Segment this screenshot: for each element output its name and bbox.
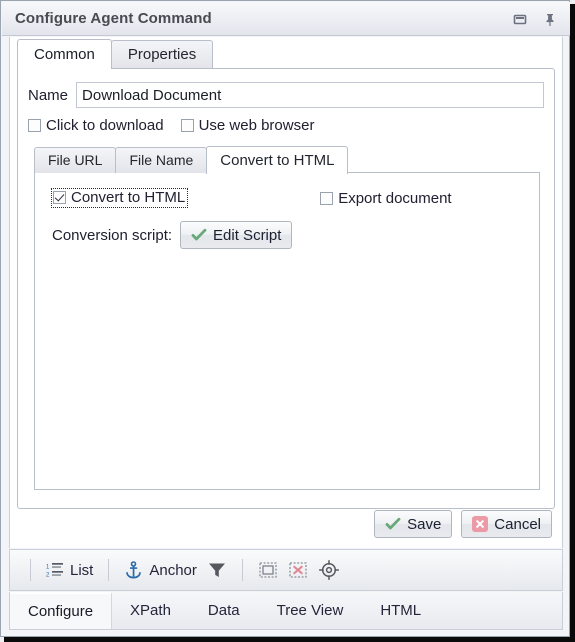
checkbox-convert-to-html[interactable]: Convert to HTML [50, 188, 189, 208]
title-bar-buttons [512, 11, 558, 27]
tab-common-label: Common [34, 46, 95, 63]
target-crosshair-icon [318, 559, 339, 581]
outer-tab-strip: Common Properties [17, 39, 214, 69]
bottom-tab-xpath-label: XPath [130, 602, 171, 619]
cancel-button[interactable]: Cancel [461, 510, 552, 538]
toolbar-button-filter[interactable] [202, 555, 232, 585]
options-checkbox-row: Click to download Use web browser [28, 117, 331, 134]
checkbox-use-web-browser-box[interactable] [180, 119, 194, 132]
checkbox-click-to-download-box[interactable] [28, 119, 41, 132]
select-region-icon [259, 562, 277, 578]
check-icon [191, 228, 207, 241]
toolbar-separator [30, 559, 31, 581]
toolbar-button-anchor-label: Anchor [149, 561, 197, 579]
clear-selection-icon [289, 562, 307, 578]
checkbox-click-to-download[interactable]: Click to download [28, 117, 164, 134]
bottom-toolbar: 1 2 List Anchor [9, 549, 563, 591]
svg-text:2: 2 [46, 573, 50, 579]
name-label: Name [28, 86, 69, 104]
save-button-label: Save [407, 515, 442, 533]
tab-file-url[interactable]: File URL [34, 147, 117, 173]
check-icon [385, 517, 401, 530]
checkbox-export-document-label: Export document [338, 189, 452, 207]
tab-convert-to-html[interactable]: Convert to HTML [206, 146, 349, 174]
window-shadow-right [570, 4, 575, 642]
toolbar-button-list[interactable]: 1 2 List [41, 555, 98, 585]
application-window: Configure Agent Command Common Propertie… [0, 0, 575, 642]
title-bar: Configure Agent Command [2, 2, 570, 36]
tab-file-name-label: File Name [129, 152, 194, 168]
tab-properties-label: Properties [127, 46, 197, 63]
checkbox-convert-to-html-box[interactable] [53, 191, 66, 204]
edit-script-button-label: Edit Script [213, 226, 282, 244]
bottom-tab-configure[interactable]: Configure [10, 592, 113, 629]
common-tab-panel: Name Click to download Use web browser F… [17, 68, 555, 509]
toolbar-button-list-label: List [70, 561, 94, 579]
checkbox-export-document-box[interactable] [320, 191, 334, 205]
anchor-icon [126, 560, 142, 578]
toolbar-button-clear-selection[interactable] [283, 555, 313, 585]
numbered-list-icon: 1 2 [46, 563, 63, 579]
window-frame: Configure Agent Command Common Propertie… [0, 0, 570, 637]
bottom-tab-html-label: HTML [380, 602, 422, 619]
bottom-tab-configure-label: Configure [28, 603, 94, 620]
toolbar-separator [241, 559, 243, 581]
name-input[interactable] [76, 82, 544, 108]
pin-icon[interactable] [542, 11, 558, 27]
conversion-script-row: Conversion script: Edit Script [52, 221, 293, 249]
bottom-tab-strip: Configure XPath Data Tree View HTML [9, 592, 563, 630]
tab-common[interactable]: Common [17, 39, 112, 69]
bottom-tab-html[interactable]: HTML [362, 592, 440, 629]
svg-text:1: 1 [46, 565, 50, 571]
inner-tab-strip: File URL File Name Convert to HTML [34, 146, 349, 174]
window-title: Configure Agent Command [15, 10, 212, 27]
edit-script-button[interactable]: Edit Script [180, 221, 293, 249]
cancel-button-label: Cancel [494, 515, 541, 533]
tab-file-url-label: File URL [48, 152, 103, 168]
convert-to-html-panel: Convert to HTML Export document Conversi… [34, 172, 540, 490]
save-button[interactable]: Save [374, 510, 453, 538]
toolbar-button-target[interactable] [313, 555, 345, 585]
toolbar-separator [108, 559, 110, 581]
restore-icon[interactable] [512, 11, 528, 27]
checkbox-export-document[interactable]: Export document [320, 189, 452, 207]
bottom-tab-tree-view[interactable]: Tree View [259, 592, 363, 629]
bottom-tab-tree-view-label: Tree View [276, 602, 344, 619]
filter-funnel-icon [208, 563, 225, 577]
tab-file-name[interactable]: File Name [115, 147, 208, 173]
tab-convert-to-html-label: Convert to HTML [220, 152, 335, 169]
bottom-tab-data-label: Data [207, 602, 240, 619]
toolbar-button-anchor[interactable]: Anchor [119, 555, 202, 585]
toolbar-button-select-region[interactable] [253, 555, 283, 585]
checkbox-convert-to-html-label: Convert to HTML [71, 189, 186, 206]
conversion-script-label: Conversion script: [52, 226, 173, 244]
dialog-action-buttons: Save Cancel [374, 510, 552, 538]
window-shadow-bottom [4, 637, 575, 642]
bottom-tab-xpath[interactable]: XPath [112, 592, 190, 629]
checkbox-use-web-browser-label: Use web browser [198, 117, 315, 134]
convert-options-row: Convert to HTML Export document [50, 188, 512, 208]
checkbox-use-web-browser[interactable]: Use web browser [180, 117, 315, 134]
tab-properties[interactable]: Properties [110, 40, 214, 68]
close-x-icon [472, 516, 489, 532]
checkbox-click-to-download-label: Click to download [46, 117, 164, 134]
name-field-row: Name [28, 82, 544, 108]
bottom-tab-data[interactable]: Data [190, 592, 259, 629]
